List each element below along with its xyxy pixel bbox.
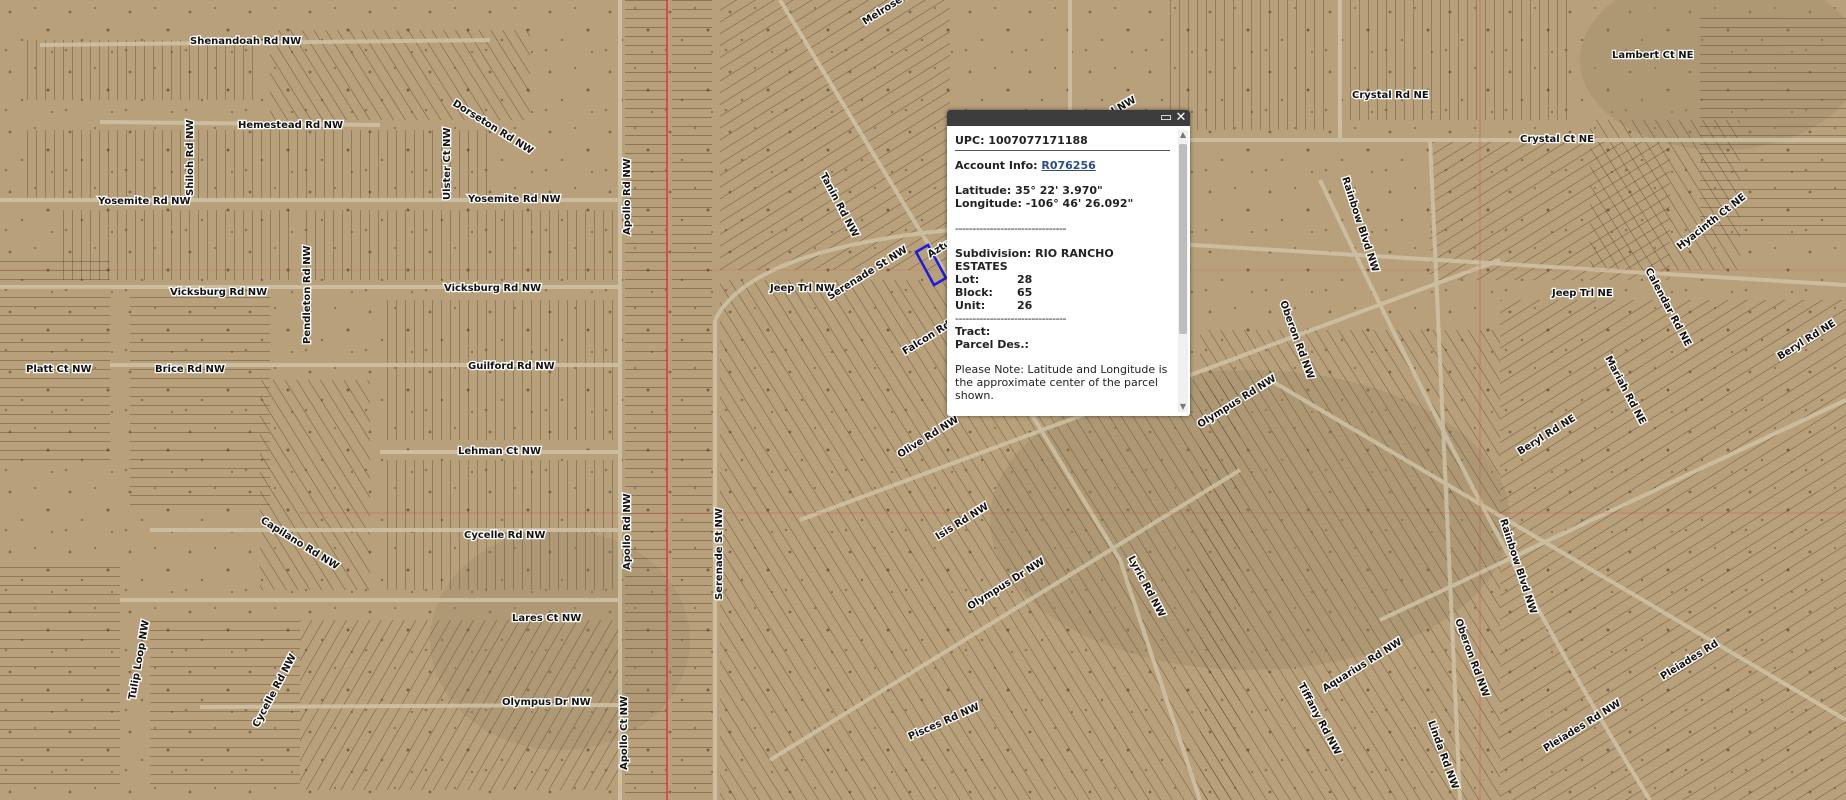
separator: -------------------------------- — [955, 222, 1067, 235]
popup-titlebar: ▭ ✕ — [947, 110, 1190, 126]
road-label: Ulster Ct NW — [442, 128, 453, 200]
road-label: Vicksburg Rd NW — [170, 287, 267, 298]
unit-label: Unit: — [955, 299, 986, 312]
lot-value: 28 — [1017, 273, 1033, 286]
subdivision-value-cont: ESTATES — [955, 260, 1008, 273]
road-label: Apollo Ct NW — [619, 696, 630, 770]
road-label: Serenade St NW — [714, 508, 725, 600]
road-label: Crystal Rd NE — [1352, 90, 1429, 101]
longitude-value: Longitude: -106° 46' 26.092" — [955, 197, 1134, 210]
lot-label: Lot: — [955, 273, 980, 286]
parcel-map[interactable]: Shenandoah Rd NW Hemestead Rd NW Yosemit… — [0, 0, 1846, 800]
road-label: Lares Ct NW — [512, 613, 581, 624]
road-label: Guilford Rd NW — [468, 361, 555, 372]
account-link[interactable]: R076256 — [1041, 159, 1095, 172]
block-label: Block: — [955, 286, 993, 299]
maximize-icon[interactable]: ▭ — [1159, 111, 1173, 125]
close-icon[interactable]: ✕ — [1174, 111, 1188, 125]
road-label: Platt Ct NW — [26, 364, 92, 375]
road-label: Brice Rd NW — [155, 364, 225, 375]
road-label: Jeep Trl NE — [1551, 288, 1613, 299]
subdivision-value: Subdivision: RIO RANCHO — [955, 247, 1114, 260]
parcel-info-popup: ▭ ✕ UPC: 1007077171188 Account Info: R07… — [947, 110, 1190, 416]
upc-value: UPC: 1007077171188 — [955, 134, 1170, 151]
lat-long-note: Please Note: Latitude and Longitude is t… — [955, 363, 1168, 402]
road-label: Shiloh Rd NW — [185, 120, 196, 196]
road-label: Shenandoah Rd NW — [190, 36, 301, 47]
road-label: Lehman Ct NW — [458, 446, 541, 457]
latitude-value: Latitude: 35° 22' 3.970" — [955, 184, 1103, 197]
road-label: Lambert Ct NE — [1612, 50, 1694, 61]
account-label: Account Info: — [955, 159, 1038, 172]
road-label: Pendleton Rd NW — [302, 245, 313, 344]
road-label: Yosemite Rd NW — [467, 194, 561, 205]
road-label: Vicksburg Rd NW — [444, 283, 541, 294]
road-label: Yosemite Rd NW — [97, 196, 191, 207]
road-label: Cycelle Rd NW — [464, 530, 545, 541]
popup-scrollbar[interactable]: ▲ ▼ — [1178, 130, 1188, 412]
scroll-thumb[interactable] — [1179, 144, 1187, 334]
separator: -------------------------------- — [955, 312, 1067, 325]
road-label: Apollo Rd NW — [622, 493, 633, 570]
road-label: Olympus Dr NW — [502, 697, 591, 708]
road-label: Jeep Trl NW — [769, 283, 835, 294]
road-label: Crystal Ct NE — [1520, 134, 1594, 145]
unit-value: 26 — [1017, 299, 1033, 312]
road-label: Hemestead Rd NW — [238, 120, 343, 131]
scroll-down-icon[interactable]: ▼ — [1178, 402, 1188, 412]
popup-content: UPC: 1007077171188 Account Info: R076256… — [955, 134, 1170, 410]
block-value: 65 — [1017, 286, 1033, 299]
road-label: Apollo Rd NW — [622, 158, 633, 235]
tract-label: Tract: — [955, 325, 991, 338]
parcel-des-label: Parcel Des.: — [955, 338, 1029, 351]
scroll-up-icon[interactable]: ▲ — [1178, 130, 1188, 140]
